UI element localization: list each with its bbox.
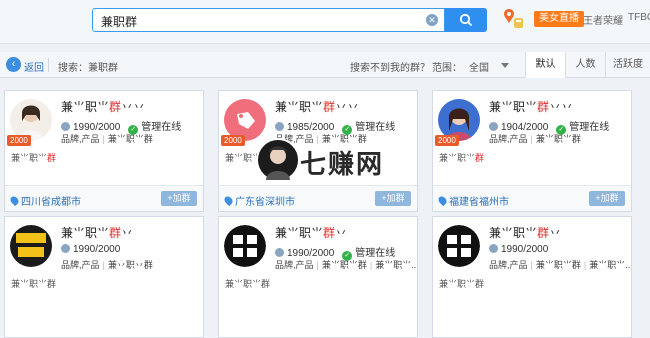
search-input[interactable]: 兼职群 ✕ <box>92 8 445 32</box>
group-tags: 品牌,产品 | 兼⺌职⺌群 | 兼⺌职⺌... <box>275 260 418 270</box>
search-summary: 搜索：兼职群 <box>58 63 118 74</box>
search-icon <box>459 13 473 27</box>
location-pin-icon[interactable] <box>500 6 526 32</box>
group-card[interactable]: 2000 兼⺌职⺌群丷丷 1904/2000 ✓ 管理在线 品牌,产品 | 兼⺌职⺌群 … <box>432 90 632 212</box>
back-arrow-icon[interactable]: ‹ <box>6 57 21 72</box>
watermark-text: 七赚网 <box>300 149 385 179</box>
person-icon <box>489 122 498 131</box>
tab-default[interactable]: 默认 <box>525 52 565 78</box>
top-bar: 兼职群 ✕ 美女直播 王者荣耀 TFBO <box>0 0 650 44</box>
group-description: 兼⺌职⺌群 <box>439 153 485 163</box>
person-icon <box>61 244 70 253</box>
group-description: 兼⺌职⺌群 <box>439 279 485 289</box>
group-avatar <box>10 225 52 267</box>
person-icon <box>489 244 498 253</box>
game-link[interactable]: 王者荣耀 <box>583 12 623 27</box>
person-icon <box>275 248 284 257</box>
group-avatar <box>224 225 266 267</box>
person-icon <box>61 122 70 131</box>
card-footer: 四川省成都市 +加群 <box>5 185 203 211</box>
map-pin-icon <box>8 194 21 207</box>
group-tags: 品牌,产品 | 兼丷职丷群 <box>61 260 153 270</box>
group-name: 兼⺌职⺌群丷丷 <box>275 100 360 114</box>
group-name: 兼⺌职⺌群丷丷 <box>61 100 146 114</box>
group-tags: 品牌,产品 | 兼⺌职⺌群 <box>61 134 153 144</box>
group-description: 兼⺌职⺌群 <box>11 153 57 163</box>
tab-members[interactable]: 人数 <box>565 52 605 78</box>
level-badge: 2000 <box>7 135 31 146</box>
group-card[interactable]: 2000 兼⺌职⺌群丷丷 1990/2000 ✓ 管理在线 品牌,产品 | 兼⺌职⺌群 … <box>4 90 204 212</box>
group-name: 兼⺌职⺌群丷 <box>489 226 562 240</box>
back-link[interactable]: 返回 <box>24 59 44 74</box>
member-count: 1990/2000 <box>61 244 120 255</box>
group-name: 兼⺌职⺌群丷丷 <box>489 100 574 114</box>
range-select[interactable]: 全国 <box>469 59 489 74</box>
group-location: 四川省成都市 <box>8 193 81 208</box>
join-group-button[interactable]: +加群 <box>589 191 625 206</box>
tab-activity[interactable]: 活跃度 <box>605 52 650 78</box>
group-card[interactable]: 兼⺌职⺌群丷 1990/2000 品牌,产品 | 兼丷职丷群 兼⺌职⺌群 <box>4 216 204 338</box>
member-count: 1990/2000 <box>489 244 548 255</box>
search-button[interactable] <box>445 8 487 32</box>
card-footer: 福建省福州市 +加群 <box>433 185 631 211</box>
range-label: 范围： <box>432 63 462 74</box>
clear-search-icon[interactable]: ✕ <box>426 14 438 26</box>
filter-bar: ‹ 返回 搜索：兼职群 搜索不到我的群？ 范围： 全国 默认 人数 活跃度 <box>0 52 650 78</box>
group-description: 兼⺌职⺌群 <box>11 279 57 289</box>
group-avatar <box>438 225 480 267</box>
group-description: 兼⺌职⺌群 <box>225 279 271 289</box>
group-name: 兼⺌职⺌群丷 <box>275 226 348 240</box>
group-location: 广东省深圳市 <box>222 193 295 208</box>
divider <box>48 58 49 72</box>
group-name: 兼⺌职⺌群丷 <box>61 226 134 240</box>
map-pin-icon <box>436 194 449 207</box>
person-icon <box>275 122 284 131</box>
join-group-button[interactable]: +加群 <box>161 191 197 206</box>
search-query-text: 兼职群 <box>101 15 138 29</box>
group-card[interactable]: 兼⺌职⺌群丷 1990/2000 ✓ 管理在线 品牌,产品 | 兼⺌职⺌群 | 兼⺌职⺌..… <box>218 216 418 338</box>
watermark-logo-icon <box>256 138 300 182</box>
map-pin-icon <box>222 194 235 207</box>
not-found-link[interactable]: 搜索不到我的群？ <box>350 59 430 74</box>
group-tags: 品牌,产品 | 兼⺌职⺌群 <box>489 134 581 144</box>
group-location: 福建省福州市 <box>436 193 509 208</box>
group-tags: 品牌,产品 | 兼⺌职⺌群 | 兼⺌职⺌... <box>489 260 632 270</box>
beauty-live-link[interactable]: 美女直播 <box>534 11 584 27</box>
level-badge: 2000 <box>435 135 459 146</box>
tfboys-link[interactable]: TFBO <box>628 12 650 23</box>
chevron-down-icon[interactable] <box>501 63 509 68</box>
watermark: 七赚网 <box>256 138 396 190</box>
join-group-button[interactable]: +加群 <box>375 191 411 206</box>
group-card[interactable]: 兼⺌职⺌群丷 1990/2000 品牌,产品 | 兼⺌职⺌群 | 兼⺌职⺌... 兼⺌职… <box>432 216 632 338</box>
level-badge: 2000 <box>221 135 245 146</box>
